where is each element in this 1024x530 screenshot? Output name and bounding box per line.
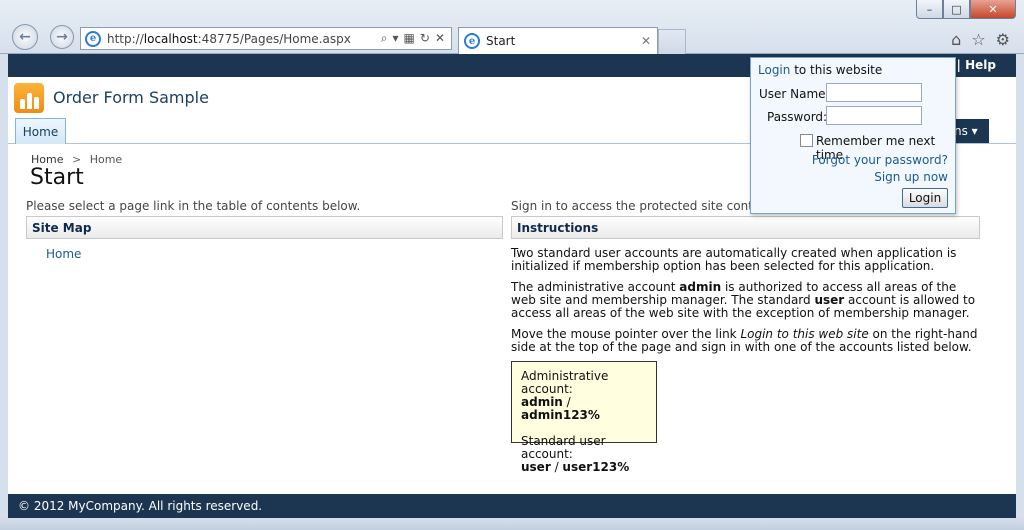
login-link[interactable]: Login (758, 63, 790, 77)
user-credentials: user / user123% (521, 461, 647, 474)
favorites-star-icon[interactable]: ☆ (971, 30, 985, 49)
username-input[interactable] (826, 83, 922, 102)
password-input[interactable] (826, 106, 922, 125)
refresh-icon[interactable]: ↻ (420, 31, 430, 46)
accounts-box: Administrative account: admin / admin123… (511, 361, 657, 474)
user-account-label: Standard user account: (521, 434, 606, 461)
help-link[interactable]: Help (965, 58, 996, 72)
user-sep: / (550, 460, 563, 474)
new-tab-button[interactable] (658, 29, 686, 54)
p2-user: user (814, 293, 845, 307)
admin-sep: / (562, 395, 571, 409)
window-controls: – □ ✕ (916, 0, 1016, 19)
address-bar[interactable]: e http://localhost:48775/Pages/Home.aspx… (80, 27, 452, 50)
instructions-header: Instructions (511, 216, 980, 239)
gear-icon[interactable]: ⚙ (996, 30, 1010, 49)
admin-credentials: admin / admin123% (521, 396, 647, 422)
browser-tab[interactable]: e Start ✕ (458, 27, 658, 54)
tab-close-icon[interactable]: ✕ (641, 34, 657, 48)
password-label: Password: (767, 110, 828, 124)
stop-icon[interactable]: ✕ (435, 31, 445, 46)
admin-password: admin123% (521, 408, 600, 422)
arrow-right-icon: → (56, 29, 68, 45)
arrow-left-icon: ← (19, 29, 31, 45)
admin-username: admin (521, 395, 563, 409)
url-scheme: http:// (107, 31, 144, 46)
forgot-password-link[interactable]: Forgot your password? (812, 153, 948, 167)
p2-admin: admin (679, 280, 722, 294)
remember-me-checkbox[interactable] (800, 134, 813, 147)
instructions-p2: The administrative account admin is auth… (511, 281, 981, 320)
sitemap-intro: Please select a page link in the table o… (26, 199, 361, 213)
p3-login-phrase: Login to this web site (740, 327, 869, 341)
tab-ie-icon: e (464, 33, 480, 49)
minimize-button[interactable]: – (916, 0, 943, 19)
user-username: user (521, 460, 551, 474)
app-logo-icon (14, 83, 44, 113)
search-icon[interactable]: ⌕ (381, 31, 388, 46)
sign-up-link[interactable]: Sign up now (874, 170, 948, 184)
instructions-p3: Move the mouse pointer over the link Log… (511, 328, 981, 354)
site-footer: © 2012 MyCompany. All rights reserved. (8, 494, 1016, 518)
sitemap-link-home[interactable]: Home (46, 247, 81, 261)
help-links: | Help (957, 58, 996, 72)
username-label: User Name: (759, 87, 830, 101)
window-frame-right (1016, 54, 1024, 518)
window-frame-left (0, 54, 8, 518)
page-title: Start (30, 165, 84, 190)
compatibility-icon[interactable]: ▦ (404, 31, 415, 46)
instructions-p1: Two standard user accounts are automatic… (511, 246, 957, 273)
window-frame-bottom (0, 518, 1024, 530)
app-title[interactable]: Order Form Sample (53, 88, 209, 107)
home-icon[interactable]: ⌂ (951, 30, 961, 49)
help-separator: | (956, 58, 966, 72)
url-host: localhost (143, 31, 198, 46)
menu-tab-home[interactable]: Home (15, 118, 66, 144)
address-url[interactable]: http://localhost:48775/Pages/Home.aspx (107, 32, 381, 46)
login-header-text: to this website (790, 63, 883, 77)
signin-intro: Sign in to access the protected site con… (511, 199, 777, 213)
sitemap-header: Site Map (26, 216, 503, 239)
login-button[interactable]: Login (902, 188, 948, 208)
p2-text-1: The administrative account (511, 280, 680, 294)
login-header: Login to this website (758, 63, 882, 77)
breadcrumb-item-current: Home (89, 153, 123, 166)
url-path: :48775/Pages/Home.aspx (197, 31, 351, 46)
user-password: user123% (562, 460, 630, 474)
login-popup: Login to this website User Name: Passwor… (750, 57, 956, 214)
back-button[interactable]: ← (12, 24, 38, 50)
close-window-button[interactable]: ✕ (970, 0, 1016, 19)
admin-account-label: Administrative account: (521, 369, 609, 396)
tab-title: Start (486, 34, 516, 48)
ie-icon: e (85, 30, 101, 47)
p3-text-1: Move the mouse pointer over the link (511, 327, 741, 341)
instructions-body: Two standard user accounts are automatic… (511, 247, 981, 362)
maximize-button[interactable]: □ (943, 0, 970, 19)
dropdown-icon[interactable]: ▾ (393, 31, 399, 46)
forward-button[interactable]: → (50, 25, 74, 49)
